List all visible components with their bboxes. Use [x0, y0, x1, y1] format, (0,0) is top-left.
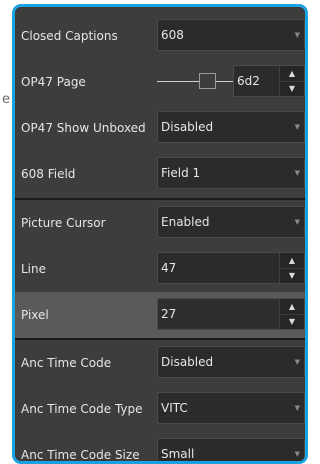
setting-row-op47-page: OP47 Page 6d2 ▲ ▼: [15, 59, 305, 105]
dropdown-value: 608: [161, 28, 184, 42]
setting-label: Anc Time Code Type: [21, 402, 143, 416]
spin-down-icon[interactable]: ▼: [280, 268, 304, 283]
spinner-value: 27: [161, 307, 177, 321]
spin-up-icon[interactable]: ▲: [280, 299, 304, 315]
closed-captions-dropdown[interactable]: 608 ▼: [157, 19, 305, 51]
pixel-spinner[interactable]: 27 ▲ ▼: [157, 298, 305, 330]
setting-label: OP47 Page: [21, 75, 86, 89]
dropdown-value: Enabled: [161, 215, 210, 229]
spin-down-icon[interactable]: ▼: [280, 314, 304, 329]
caret-down-icon: ▼: [294, 123, 300, 131]
dropdown-value: Small: [161, 447, 195, 461]
op47-show-unboxed-dropdown[interactable]: Disabled ▼: [157, 111, 305, 143]
setting-row-line: Line 47 ▲ ▼: [15, 246, 305, 292]
setting-row-closed-captions: Closed Captions 608 ▼: [15, 13, 305, 59]
608-field-dropdown[interactable]: Field 1 ▼: [157, 157, 305, 189]
spinner-value: 47: [161, 261, 177, 275]
setting-row-anc-time-code-type: Anc Time Code Type VITC ▼: [15, 386, 305, 432]
caret-down-icon: ▼: [294, 169, 300, 177]
spinner-buttons: ▲ ▼: [279, 299, 304, 329]
setting-label: 608 Field: [21, 167, 76, 181]
spinner-value: 6d2: [237, 74, 260, 88]
spin-up-icon[interactable]: ▲: [280, 66, 304, 82]
line-spinner[interactable]: 47 ▲ ▼: [157, 252, 305, 284]
setting-label: Anc Time Code: [21, 356, 112, 370]
setting-row-pixel: Pixel 27 ▲ ▼: [15, 292, 305, 338]
setting-label: Anc Time Code Size: [21, 448, 140, 462]
dropdown-value: VITC: [161, 401, 188, 415]
setting-row-anc-time-code-size: Anc Time Code Size Small ▼: [15, 432, 305, 462]
setting-label: Pixel: [21, 308, 49, 322]
spin-up-icon[interactable]: ▲: [280, 253, 304, 269]
setting-row-608-field: 608 Field Field 1 ▼: [15, 151, 305, 197]
picture-cursor-dropdown[interactable]: Enabled ▼: [157, 206, 305, 238]
anc-time-code-dropdown[interactable]: Disabled ▼: [157, 346, 305, 378]
caret-down-icon: ▼: [294, 218, 300, 226]
caret-down-icon: ▼: [294, 31, 300, 39]
offscreen-label-fragment: e: [2, 92, 10, 107]
dropdown-value: Disabled: [161, 355, 214, 369]
op47-page-slider-track[interactable]: [157, 81, 235, 82]
settings-panel: Closed Captions 608 ▼ OP47 Page 6d2 ▲ ▼ …: [12, 4, 308, 464]
spin-down-icon[interactable]: ▼: [280, 81, 304, 96]
anc-time-code-type-dropdown[interactable]: VITC ▼: [157, 392, 305, 424]
caret-down-icon: ▼: [294, 358, 300, 366]
op47-page-slider-thumb[interactable]: [199, 73, 216, 89]
setting-label: Closed Captions: [21, 29, 118, 43]
caret-down-icon: ▼: [294, 404, 300, 412]
spinner-buttons: ▲ ▼: [279, 253, 304, 283]
setting-label: Picture Cursor: [21, 216, 106, 230]
setting-row-picture-cursor: Picture Cursor Enabled ▼: [15, 200, 305, 246]
spinner-buttons: ▲ ▼: [279, 66, 304, 96]
setting-label: Line: [21, 262, 47, 276]
setting-row-anc-time-code: Anc Time Code Disabled ▼: [15, 340, 305, 386]
dropdown-value: Disabled: [161, 120, 214, 134]
caret-down-icon: ▼: [294, 450, 300, 458]
setting-label: OP47 Show Unboxed: [21, 121, 146, 135]
dropdown-value: Field 1: [161, 166, 201, 180]
setting-row-op47-show-unboxed: OP47 Show Unboxed Disabled ▼: [15, 105, 305, 151]
anc-time-code-size-dropdown[interactable]: Small ▼: [157, 438, 305, 461]
op47-page-spinner[interactable]: 6d2 ▲ ▼: [233, 65, 305, 97]
